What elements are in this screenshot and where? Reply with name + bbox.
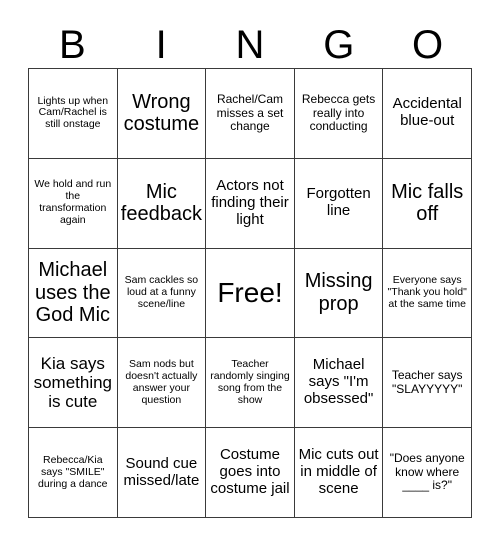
bingo-cell-label: Missing prop bbox=[304, 270, 373, 315]
bingo-cell[interactable]: Mic cuts out in middle of scene bbox=[294, 428, 384, 518]
bingo-cell-label: Teacher randomly singing song from the s… bbox=[210, 358, 290, 406]
bingo-cell[interactable]: Kia says something is cute bbox=[29, 338, 118, 429]
bingo-cell-label: Sam cackles so loud at a funny scene/lin… bbox=[124, 274, 199, 310]
bingo-cell-label: Michael says "I'm obsessed" bbox=[303, 356, 374, 408]
header-letter-i: I bbox=[155, 23, 167, 67]
bingo-cell[interactable]: Everyone says "Thank you hold" at the sa… bbox=[383, 248, 472, 339]
bingo-cell[interactable]: Mic feedback bbox=[117, 158, 207, 249]
bingo-cell-label: Wrong costume bbox=[123, 90, 200, 136]
bingo-cell[interactable]: Teacher says "SLAYYYYY" bbox=[383, 338, 472, 429]
bingo-cell[interactable]: Michael uses the God Mic bbox=[29, 248, 118, 339]
bingo-cell-label: Everyone says "Thank you hold" at the sa… bbox=[387, 274, 467, 310]
bingo-cell-label: "Does anyone know where ____ is?" bbox=[389, 451, 465, 493]
bingo-cell-label: Mic feedback bbox=[120, 180, 202, 226]
bingo-cell-label: Rebecca gets really into conducting bbox=[301, 92, 376, 134]
bingo-cell-label: Teacher says "SLAYYYYY" bbox=[391, 368, 463, 396]
bingo-card: B I N G O Lights up when Cam/Rachel is s… bbox=[0, 0, 500, 544]
bingo-cell-label: Sound cue missed/late bbox=[123, 454, 200, 489]
bingo-cell-label: Accidental blue-out bbox=[392, 95, 462, 130]
bingo-cell[interactable]: Forgotten line bbox=[294, 158, 384, 249]
bingo-cell-label: Rachel/Cam misses a set change bbox=[216, 92, 284, 134]
header-letter-b: B bbox=[59, 23, 86, 67]
bingo-cell-label: Sam nods but doesn't actually answer you… bbox=[125, 358, 198, 406]
bingo-cell[interactable]: Accidental blue-out bbox=[383, 69, 472, 159]
bingo-cell-label: Costume goes into costume jail bbox=[210, 446, 290, 498]
bingo-cell-label: Rebecca/Kia says "SMILE" during a dance bbox=[38, 453, 108, 490]
bingo-cell[interactable]: "Does anyone know where ____ is?" bbox=[383, 428, 472, 518]
bingo-cell[interactable]: Actors not finding their light bbox=[206, 158, 295, 249]
bingo-cell[interactable]: Sam nods but doesn't actually answer you… bbox=[117, 338, 207, 429]
bingo-cell-label: Lights up when Cam/Rachel is still onsta… bbox=[37, 94, 109, 131]
bingo-cell[interactable]: Missing prop bbox=[294, 248, 384, 339]
bingo-cell-label: We hold and run the transformation again bbox=[34, 178, 112, 227]
bingo-cell[interactable]: Teacher randomly singing song from the s… bbox=[206, 338, 295, 429]
bingo-header: B I N G O bbox=[28, 22, 472, 68]
bingo-cell[interactable]: Michael says "I'm obsessed" bbox=[294, 338, 384, 429]
bingo-grid: Lights up when Cam/Rachel is still onsta… bbox=[28, 68, 472, 518]
bingo-cell-label: Mic falls off bbox=[391, 180, 464, 226]
bingo-cell-free[interactable]: Free! bbox=[206, 248, 295, 339]
bingo-cell-label: Michael uses the God Mic bbox=[34, 259, 111, 327]
bingo-cell[interactable]: Rebecca gets really into conducting bbox=[294, 69, 384, 159]
bingo-cell[interactable]: Sound cue missed/late bbox=[117, 428, 207, 518]
bingo-cell-label: Mic cuts out in middle of scene bbox=[298, 446, 379, 498]
header-letter-n: N bbox=[235, 23, 265, 67]
header-letter-o: O bbox=[412, 23, 444, 67]
bingo-cell[interactable]: Sam cackles so loud at a funny scene/lin… bbox=[117, 248, 207, 339]
bingo-cell[interactable]: Wrong costume bbox=[117, 69, 207, 159]
bingo-cell[interactable]: Costume goes into costume jail bbox=[206, 428, 295, 518]
bingo-cell-label: Kia says something is cute bbox=[33, 353, 113, 412]
header-letter-g: G bbox=[323, 23, 355, 67]
bingo-cell[interactable]: Rachel/Cam misses a set change bbox=[206, 69, 295, 159]
bingo-cell[interactable]: We hold and run the transformation again bbox=[29, 158, 118, 249]
bingo-cell-label: Actors not finding their light bbox=[211, 176, 289, 228]
bingo-cell[interactable]: Rebecca/Kia says "SMILE" during a dance bbox=[29, 428, 118, 518]
bingo-cell-label: Forgotten line bbox=[306, 185, 371, 220]
bingo-cell[interactable]: Mic falls off bbox=[383, 158, 472, 249]
bingo-cell-label: Free! bbox=[217, 277, 283, 309]
bingo-cell[interactable]: Lights up when Cam/Rachel is still onsta… bbox=[29, 69, 118, 159]
